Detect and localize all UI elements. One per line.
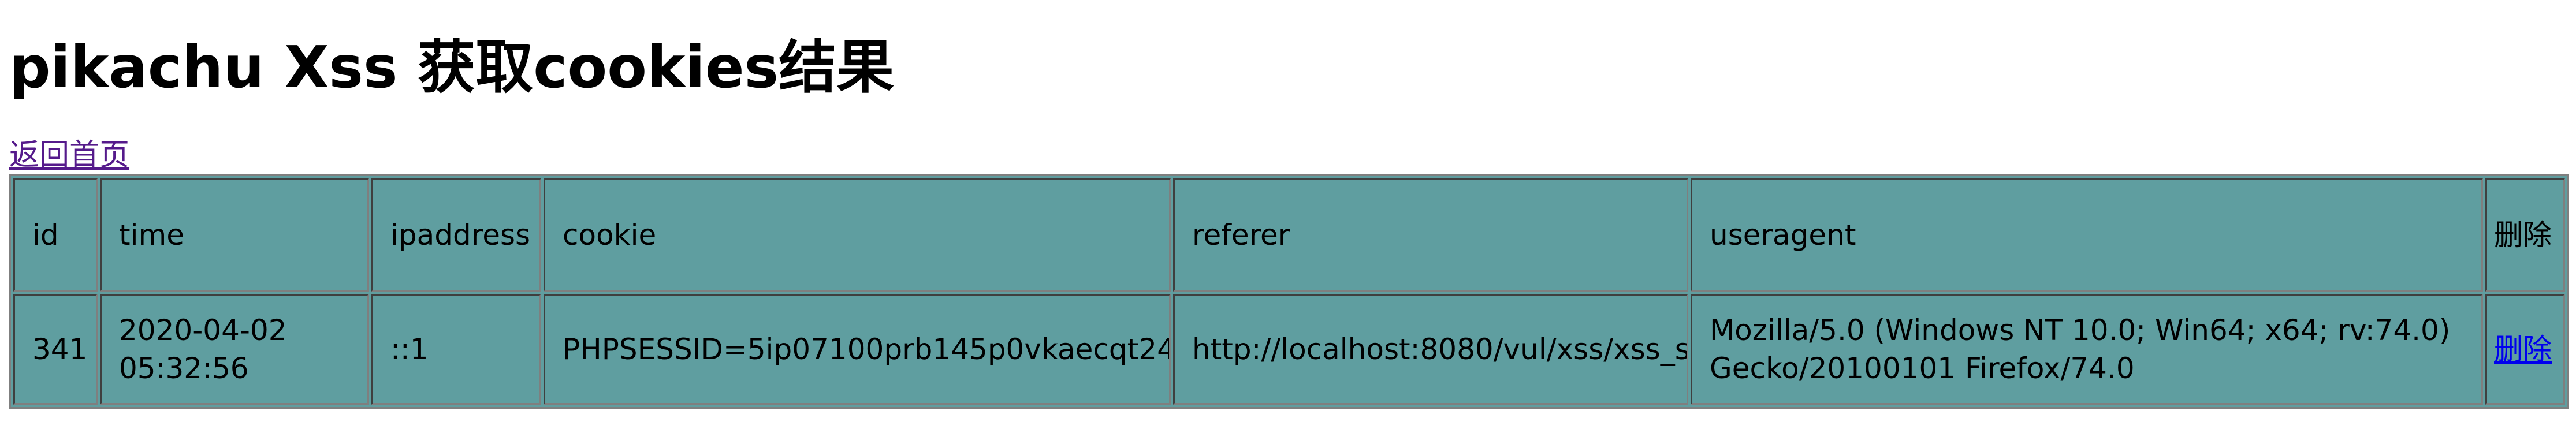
header-cookie: cookie [544, 178, 1171, 292]
page-title: pikachu Xss 获取cookies结果 [9, 33, 895, 101]
header-useragent: useragent [1691, 178, 2483, 292]
header-ipaddress: ipaddress [371, 178, 541, 292]
cell-time: 2020-04-02 05:32:56 [100, 294, 369, 405]
cell-useragent: Mozilla/5.0 (Windows NT 10.0; Win64; x64… [1691, 294, 2483, 405]
cell-id: 341 [13, 294, 98, 405]
home-link[interactable]: 返回首页 [9, 136, 129, 174]
table-header-row: id time ipaddress cookie referer userage… [13, 178, 2565, 292]
cell-delete: 删除 [2485, 294, 2565, 405]
cell-cookie: PHPSESSID=5ip07100prb145p0vkaecqt248 [544, 294, 1171, 405]
header-referer: referer [1173, 178, 1688, 292]
cell-referer: http://localhost:8080/vul/xss/xss_stored… [1173, 294, 1688, 405]
header-delete: 删除 [2485, 178, 2565, 292]
cell-ipaddress: ::1 [371, 294, 541, 405]
delete-link[interactable]: 删除 [2494, 333, 2552, 366]
table-row: 341 2020-04-02 05:32:56 ::1 PHPSESSID=5i… [13, 294, 2565, 405]
header-time: time [100, 178, 369, 292]
cookie-results-table: id time ipaddress cookie referer userage… [9, 174, 2569, 409]
header-id: id [13, 178, 98, 292]
